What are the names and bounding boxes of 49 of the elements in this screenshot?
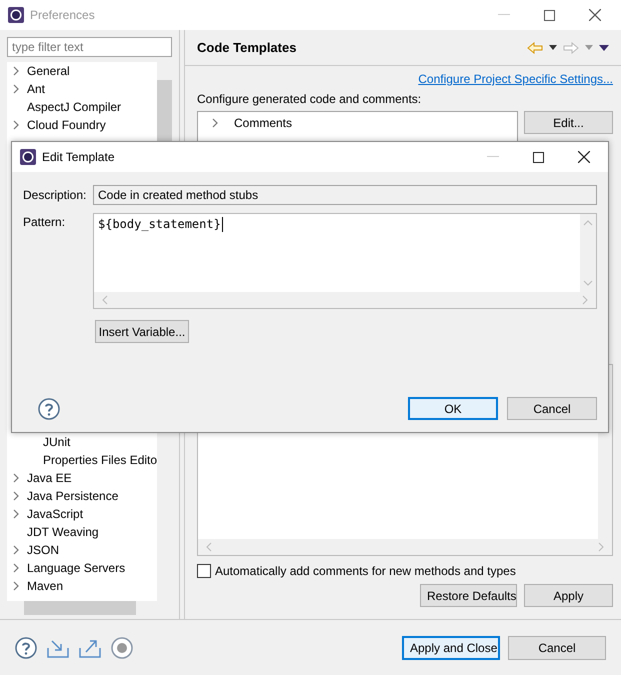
tree-item[interactable]: JSON xyxy=(27,543,60,557)
page-title: Code Templates xyxy=(197,40,296,55)
help-icon[interactable] xyxy=(15,636,37,658)
tree-item[interactable]: Maven xyxy=(27,579,64,593)
tree-item[interactable]: Comments xyxy=(234,116,292,130)
chevron-icon[interactable] xyxy=(210,118,220,128)
tree-item[interactable]: General xyxy=(27,64,70,78)
tree-item[interactable]: Properties Files Edito xyxy=(43,453,157,467)
dropdown-icon[interactable] xyxy=(549,45,557,50)
description-field[interactable]: Code in created method stubs xyxy=(93,185,597,205)
dialog-button[interactable]: Cancel xyxy=(508,636,606,660)
eclipse-icon xyxy=(20,149,36,165)
maximize-icon[interactable] xyxy=(544,10,555,20)
menu-icon[interactable] xyxy=(599,44,609,50)
dialog-button[interactable]: OK xyxy=(408,397,498,420)
checkbox-label: Automatically add comments for new methods and types xyxy=(215,564,516,578)
tree-item[interactable]: Cloud Foundry xyxy=(27,118,106,132)
checkbox[interactable] xyxy=(197,564,211,578)
project-settings-link[interactable]: Configure Project Specific Settings... xyxy=(418,72,613,86)
section-label: Configure generated code and comments: xyxy=(197,92,422,106)
tree-item[interactable]: Java Persistence xyxy=(27,489,118,503)
tree-item[interactable]: JDT Weaving xyxy=(27,525,99,539)
tree-item[interactable]: JUnit xyxy=(43,435,70,449)
dialog-button[interactable]: Apply and Close xyxy=(402,636,500,660)
page-button[interactable]: Apply xyxy=(524,584,613,607)
maximize-icon[interactable] xyxy=(533,152,544,162)
tree-item[interactable]: JavaScript xyxy=(27,507,84,521)
edit-button[interactable]: Edit... xyxy=(524,111,613,134)
tree-item[interactable]: Java EE xyxy=(27,471,72,485)
eclipse-icon xyxy=(8,7,24,23)
chevron-icon[interactable] xyxy=(13,120,19,130)
dialog-button[interactable]: Cancel xyxy=(507,397,597,420)
dialog-title: Edit Template xyxy=(42,150,114,164)
export-icon[interactable] xyxy=(79,638,101,658)
help-icon[interactable] xyxy=(38,398,60,420)
description-label: Description: xyxy=(23,188,88,202)
tree-item[interactable]: AspectJ Compiler xyxy=(27,100,122,114)
insert-variable-button[interactable]: Insert Variable... xyxy=(95,320,189,343)
tree-item[interactable]: Language Servers xyxy=(27,561,126,575)
record-icon[interactable] xyxy=(111,636,133,658)
page-button[interactable]: Restore Defaults xyxy=(420,584,517,607)
filter-field[interactable]: type filter text xyxy=(7,37,172,57)
pattern-text: ${body_statement} xyxy=(98,217,221,231)
close-icon[interactable] xyxy=(589,9,601,21)
window-title: Preferences xyxy=(30,8,95,22)
close-icon[interactable] xyxy=(578,151,590,163)
import-icon[interactable] xyxy=(47,638,69,658)
tree-item[interactable]: Ant xyxy=(27,82,46,96)
pattern-label: Pattern: xyxy=(23,215,66,229)
